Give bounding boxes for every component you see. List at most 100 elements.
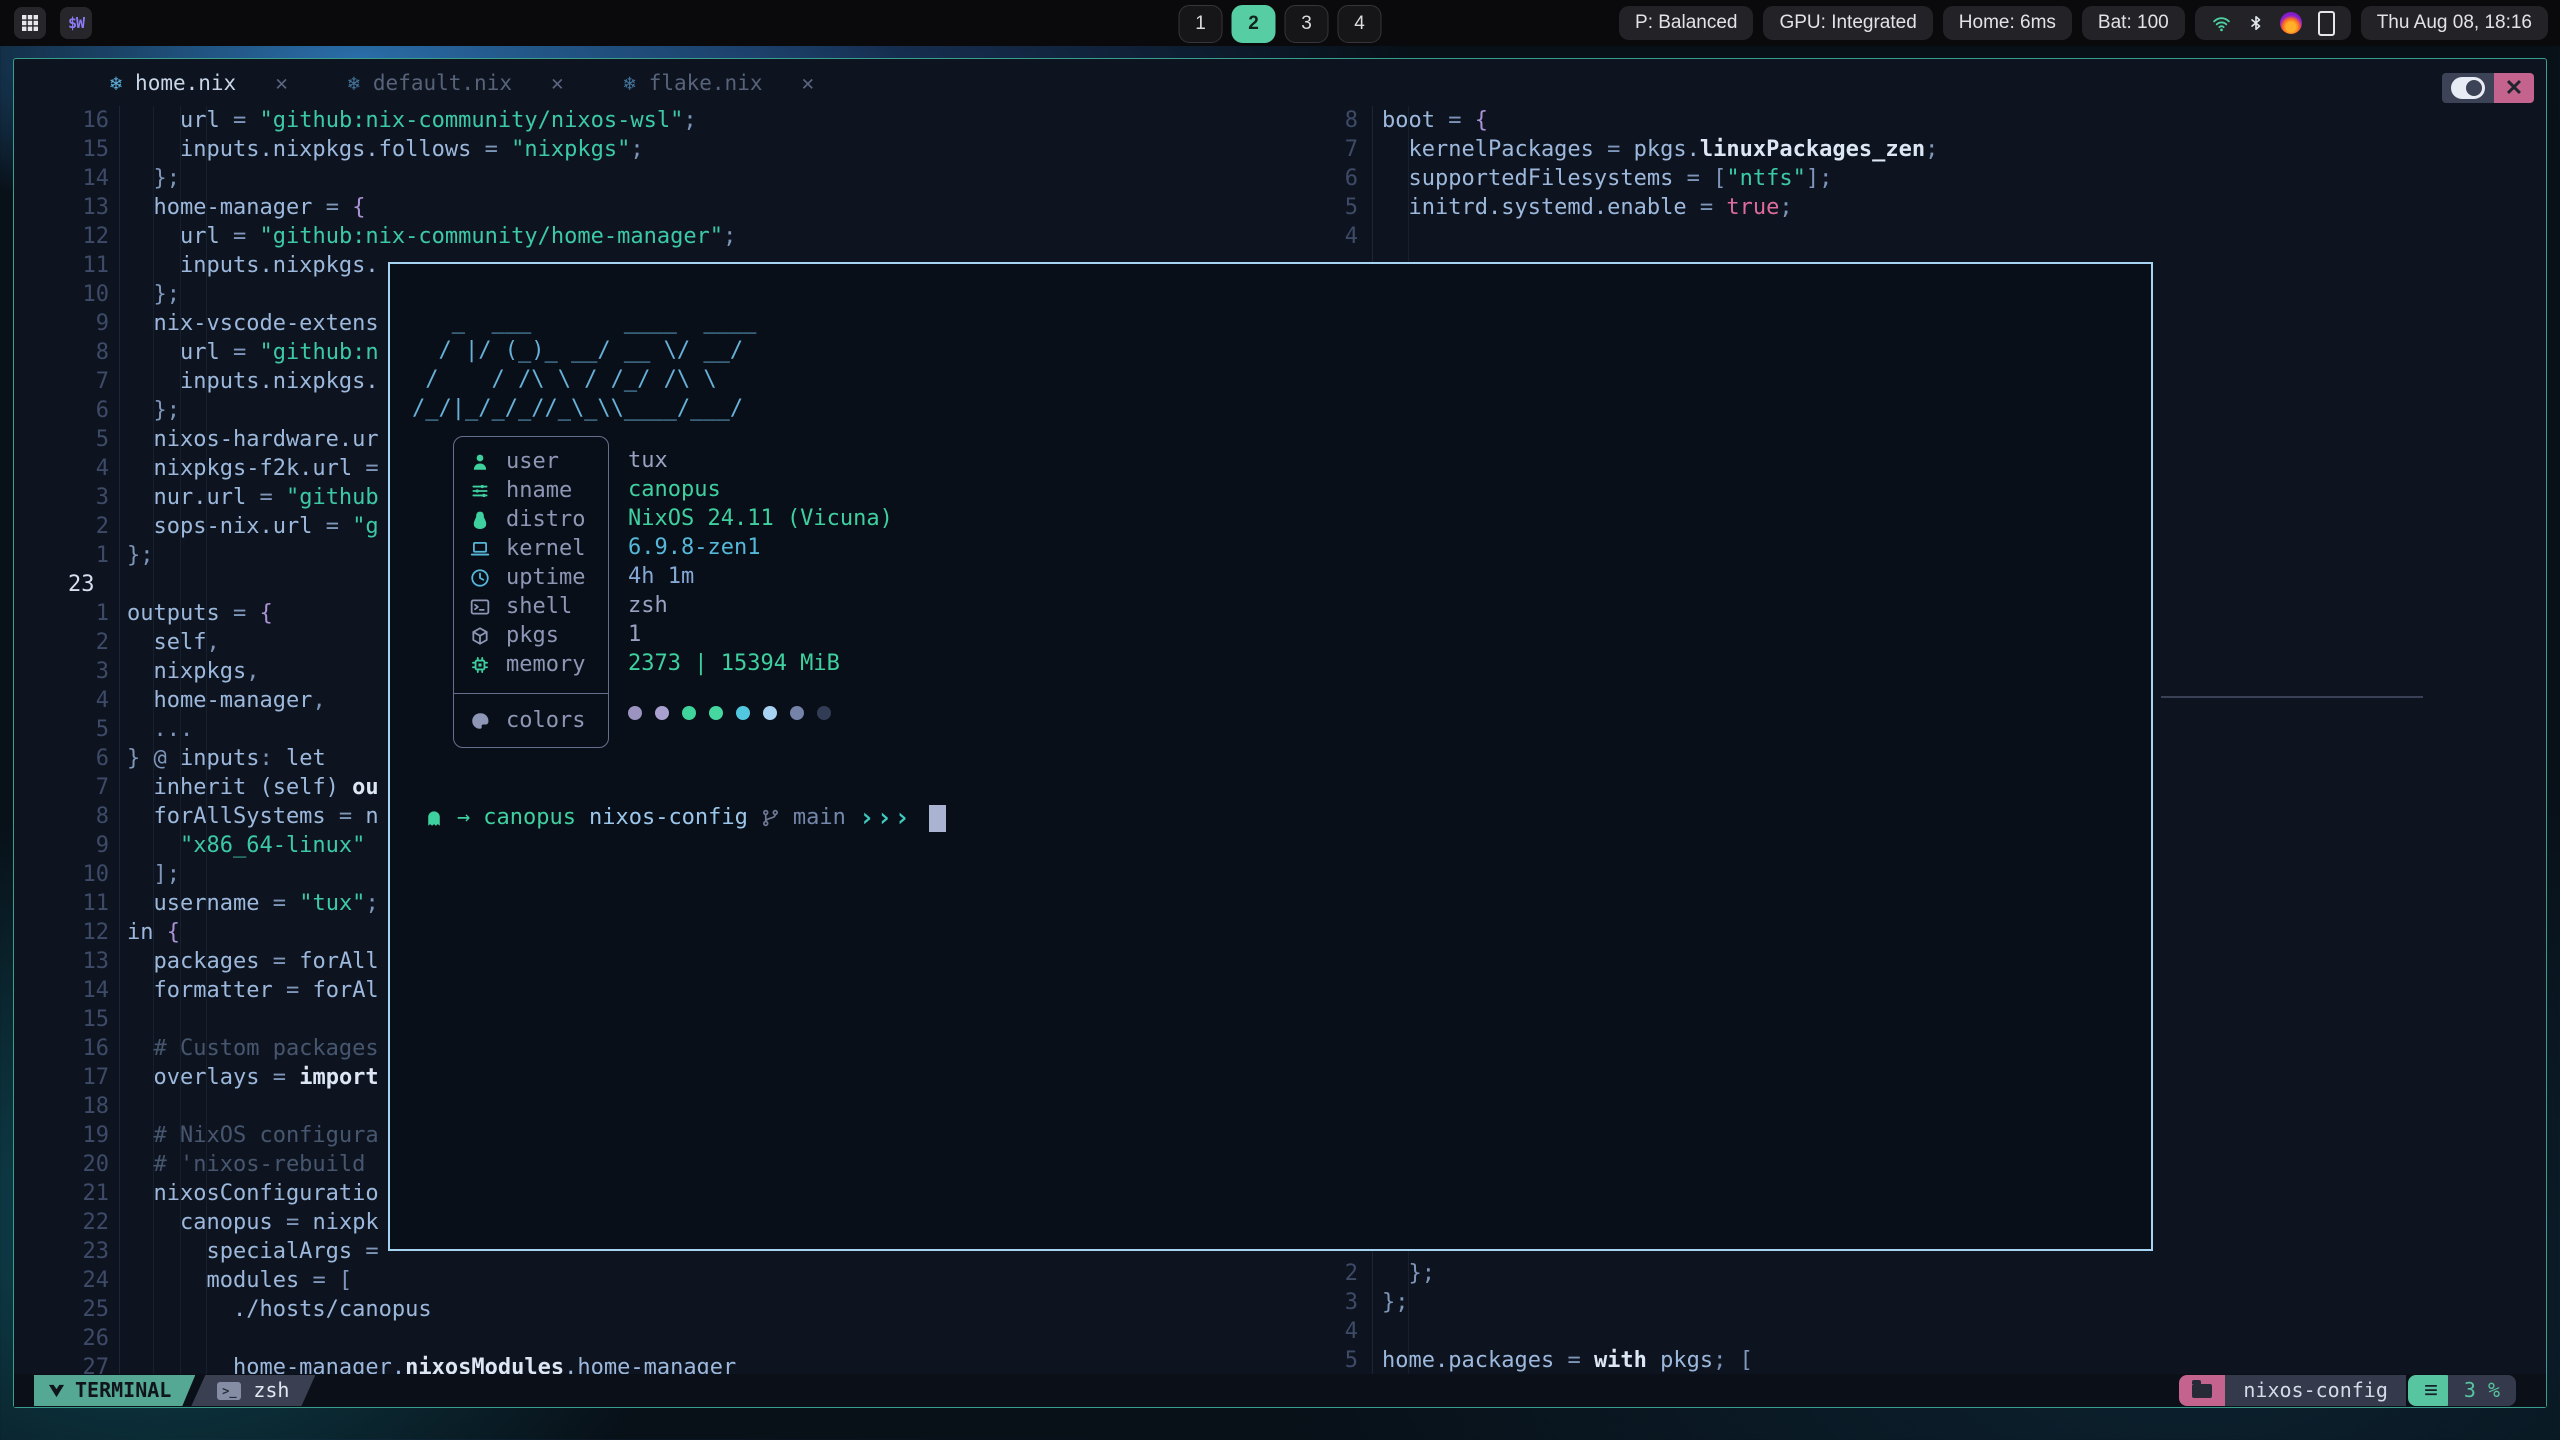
apps-grid-icon[interactable]: [14, 7, 46, 39]
floating-terminal[interactable]: _ ___ ____ ____ / |/ (_)_ __/ __ \/ __/ …: [388, 262, 2153, 1251]
line-number: 17: [54, 1063, 109, 1092]
clock[interactable]: Thu Aug 08, 18:16: [2361, 6, 2548, 40]
fetch-colors-row: colors: [454, 706, 608, 735]
nix-snowflake-icon: ❄: [624, 71, 636, 95]
fetch-value-kernel: 6.9.8-zen1: [628, 533, 893, 562]
status-pill[interactable]: Bat: 100: [2082, 6, 2185, 40]
ghost-icon: [424, 808, 444, 828]
right-editor-pane-bottom[interactable]: 2 };3};45home.packages = with pkgs; [: [1336, 1259, 1753, 1375]
window-controls: ✕: [2442, 73, 2534, 103]
line-number: 5: [54, 425, 109, 454]
terminal-cursor[interactable]: [929, 805, 946, 832]
line-number: 15: [54, 135, 109, 164]
network-icon[interactable]: [2211, 14, 2232, 33]
code-line: 14 };: [54, 164, 736, 193]
tab-flake.nix[interactable]: ❄flake.nix✕: [594, 59, 845, 106]
code-line: 3};: [1336, 1288, 1753, 1317]
line-number: 1: [54, 599, 109, 628]
editor-window: ❄home.nix✕❄default.nix✕❄flake.nix✕ ✕ 16 …: [13, 58, 2547, 1408]
terminal-icon: >_: [217, 1382, 241, 1400]
fetch-label: distro: [506, 505, 585, 534]
window-toggle[interactable]: [2442, 73, 2494, 103]
workspace-button-2[interactable]: 2: [1232, 5, 1276, 43]
line-number: 5: [1336, 193, 1358, 222]
topbar-status: P: Balanced GPU: Integrated Home: 6ms Bat: …: [1619, 6, 2548, 40]
right-editor-pane-top[interactable]: 8boot = {7 kernelPackages = pkgs.linuxPa…: [1336, 106, 1938, 251]
shell-segment: >_ zsh: [191, 1375, 315, 1406]
laptop-icon: [470, 539, 490, 559]
window-close-button[interactable]: ✕: [2494, 73, 2534, 103]
code-line: 15 inputs.nixpkgs.follows = "nixpkgs";: [54, 135, 736, 164]
tab-default.nix[interactable]: ❄default.nix✕: [318, 59, 594, 106]
tab-home.nix[interactable]: ❄home.nix✕: [80, 59, 318, 106]
nixos-ascii-logo: _ ___ ____ ____ / |/ (_)_ __/ __ \/ __/ …: [412, 307, 756, 423]
line-number: 6: [54, 744, 109, 773]
fetch-separator: [454, 693, 608, 694]
code-line: 4: [1336, 222, 1938, 251]
code-line: 16 url = "github:nix-community/nixos-wsl…: [54, 106, 736, 135]
tab-close-icon[interactable]: ✕: [801, 71, 814, 95]
line-number: 25: [54, 1295, 109, 1324]
package-icon: [470, 626, 490, 646]
fetch-label: user: [506, 447, 559, 476]
user-icon: [470, 452, 490, 472]
line-number: 4: [54, 454, 109, 483]
line-number: 10: [54, 280, 109, 309]
flame-icon[interactable]: [2280, 12, 2302, 34]
status-pill[interactable]: GPU: Integrated: [1763, 6, 1932, 40]
prompt-host: canopus: [483, 803, 576, 833]
code-line: 7 kernelPackages = pkgs.linuxPackages_ze…: [1336, 135, 1938, 164]
fetch-row-kernel: kernel: [454, 534, 608, 563]
fetch-label: uptime: [506, 563, 585, 592]
color-dot: [763, 706, 777, 720]
code-line: 12 url = "github:nix-community/home-mana…: [54, 222, 736, 251]
nix-snowflake-icon: ❄: [348, 71, 360, 95]
git-branch-icon: [761, 808, 780, 828]
workspace-badge[interactable]: $W: [60, 7, 92, 39]
workspace-button-4[interactable]: 4: [1338, 5, 1382, 43]
palette-icon: [470, 711, 490, 731]
line-number: 23: [54, 570, 123, 599]
line-number: 6: [54, 396, 109, 425]
line-number: 2: [54, 512, 109, 541]
tab-bar: ❄home.nix✕❄default.nix✕❄flake.nix✕: [14, 59, 2560, 106]
color-dot: [655, 706, 669, 720]
fetch-label: pkgs: [506, 621, 559, 650]
fetch-value-pkgs: 1: [628, 620, 893, 649]
scroll-percent: 3 %: [2448, 1375, 2516, 1406]
code-line: 6 supportedFilesystems = ["ntfs"];: [1336, 164, 1938, 193]
terminal-icon: [470, 597, 490, 617]
line-number: 9: [54, 831, 109, 860]
tab-close-icon[interactable]: ✕: [551, 71, 564, 95]
code-line: 13 home-manager = {: [54, 193, 736, 222]
fetch-row-hname: hname: [454, 476, 608, 505]
workspace-button-3[interactable]: 3: [1285, 5, 1329, 43]
line-number: 24: [54, 1266, 109, 1295]
line-number: 3: [54, 483, 109, 512]
line-number: 4: [54, 686, 109, 715]
line-number: 19: [54, 1121, 109, 1150]
tab-close-icon[interactable]: ✕: [275, 71, 288, 95]
fetch-value-hname: canopus: [628, 475, 893, 504]
line-number: 14: [54, 164, 109, 193]
workspace-button-1[interactable]: 1: [1179, 5, 1223, 43]
line-number: 11: [54, 251, 109, 280]
status-pill[interactable]: P: Balanced: [1619, 6, 1753, 40]
bluetooth-icon[interactable]: [2248, 13, 2264, 33]
phone-icon[interactable]: [2318, 11, 2335, 36]
fetch-label: kernel: [506, 534, 585, 563]
code-line: 4: [1336, 1317, 1753, 1346]
line-number: 2: [54, 628, 109, 657]
status-pill[interactable]: Home: 6ms: [1943, 6, 2072, 40]
fetch-label-box: userhnamedistrokerneluptimeshellpkgsmemo…: [453, 436, 609, 748]
fetch-value-uptime: 4h 1m: [628, 562, 893, 591]
fetch-value-memory: 2373 | 15394 MiB: [628, 649, 893, 678]
folder-segment: [2179, 1375, 2225, 1406]
topbar-left: $W: [14, 7, 92, 39]
chip-icon: [470, 655, 490, 675]
line-number: 16: [54, 106, 109, 135]
penguin-icon: [470, 510, 490, 530]
line-number: 5: [54, 715, 109, 744]
shell-prompt: → canopus nixos-config main ›››: [424, 803, 946, 833]
color-dot: [709, 706, 723, 720]
